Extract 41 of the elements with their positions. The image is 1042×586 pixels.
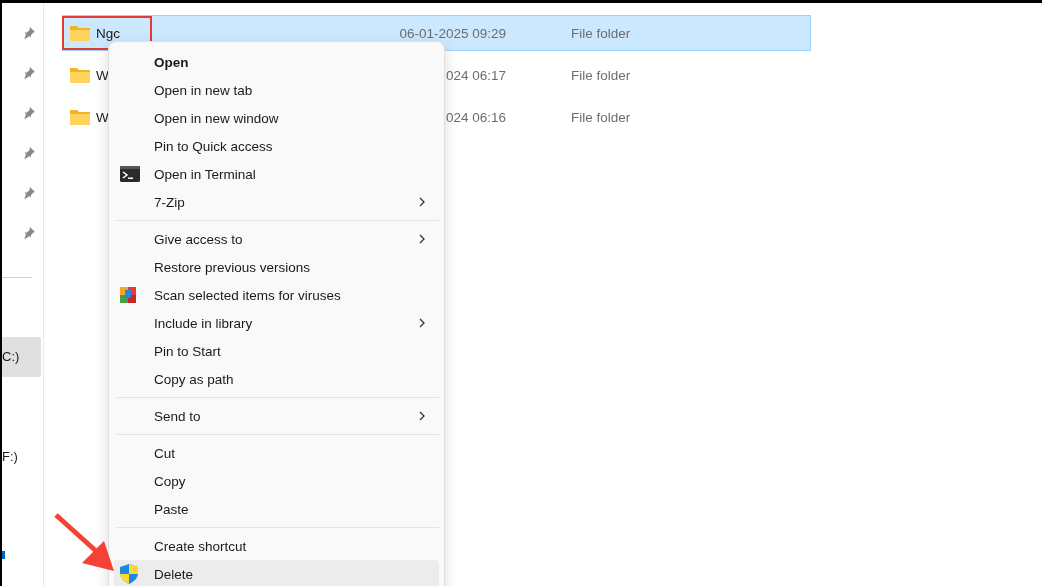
menu-item[interactable]: Copy as path xyxy=(114,365,439,393)
menu-item[interactable]: Send to xyxy=(114,402,439,430)
menu-item[interactable]: Pin to Start xyxy=(114,337,439,365)
drive-item[interactable]: F:) xyxy=(2,437,41,477)
date-cell: 024 06:17 xyxy=(445,67,506,83)
menu-item[interactable]: Paste xyxy=(114,495,439,523)
menu-item[interactable]: Delete xyxy=(114,560,439,586)
folder-icon xyxy=(70,67,90,83)
folder-icon xyxy=(70,109,90,125)
menu-item[interactable]: Open in new tab xyxy=(114,76,439,104)
menu-item[interactable]: Open in new window xyxy=(114,104,439,132)
antivirus-icon xyxy=(120,287,136,303)
menu-item[interactable]: Open in Terminal xyxy=(114,160,439,188)
drive-item[interactable]: C:) xyxy=(2,337,41,377)
pin-icon[interactable] xyxy=(23,187,35,199)
pin-icon[interactable] xyxy=(23,27,35,39)
shield-icon xyxy=(120,564,138,584)
menu-item[interactable]: 7-Zip xyxy=(114,188,439,216)
type-cell: File folder xyxy=(571,109,631,125)
menu-item[interactable]: Copy xyxy=(114,467,439,495)
pin-icon[interactable] xyxy=(23,67,35,79)
pin-icon[interactable] xyxy=(23,147,35,159)
terminal-icon xyxy=(120,166,140,182)
menu-item[interactable]: Pin to Quick access xyxy=(114,132,439,160)
pin-icon[interactable] xyxy=(23,227,35,239)
folder-icon xyxy=(70,25,90,41)
menu-item[interactable]: Give access to xyxy=(114,225,439,253)
file-name[interactable]: W xyxy=(96,67,109,83)
pin-icon[interactable] xyxy=(23,107,35,119)
type-cell: File folder xyxy=(571,67,631,83)
date-cell: 06-01-2025 09:29 xyxy=(399,25,506,41)
file-name[interactable]: Ngc xyxy=(96,25,120,41)
file-name[interactable]: W xyxy=(96,109,109,125)
menu-item[interactable]: Create shortcut xyxy=(114,532,439,560)
date-cell: 024 06:16 xyxy=(445,109,506,125)
menu-item[interactable]: Include in library xyxy=(114,309,439,337)
menu-item[interactable]: Cut xyxy=(114,439,439,467)
menu-item[interactable]: Scan selected items for viruses xyxy=(114,281,439,309)
type-cell: File folder xyxy=(571,25,631,41)
menu-item[interactable]: Restore previous versions xyxy=(114,253,439,281)
menu-item[interactable]: Open xyxy=(114,48,439,76)
